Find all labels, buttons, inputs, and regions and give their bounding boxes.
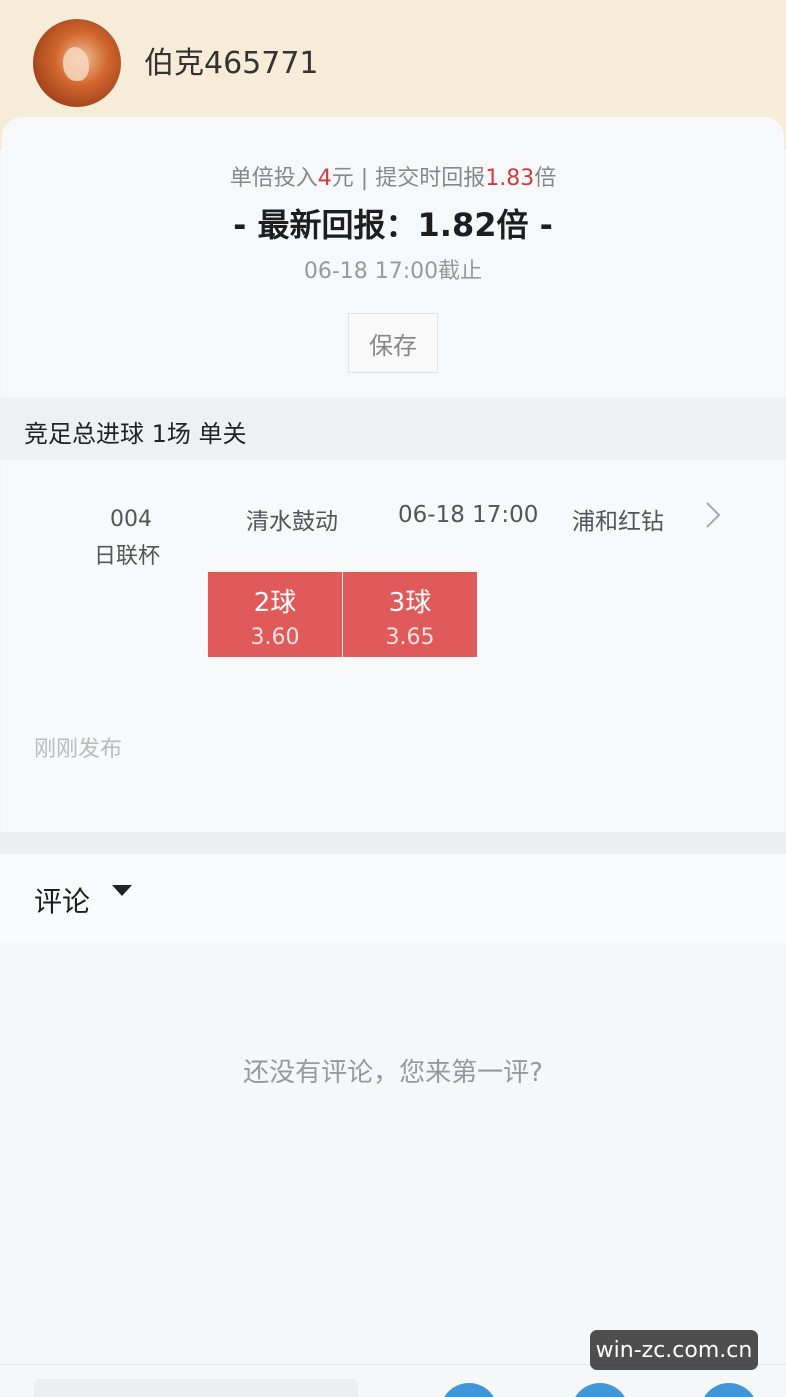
match-time: 06-18 17:00 — [398, 502, 539, 528]
deadline: 06-18 17:00截止 — [303, 259, 483, 284]
bet-info: 单倍投入4元 | 提交时回报1.83倍 — [229, 166, 557, 191]
home-team: 清水鼓动 — [246, 509, 338, 535]
match-number: 004 — [110, 507, 152, 532]
chevron-right-icon[interactable] — [702, 500, 724, 530]
avatar[interactable] — [33, 19, 121, 107]
comments-header — [0, 854, 786, 942]
section-title: 竞足总进球 1场 单关 — [24, 420, 247, 448]
comments-label[interactable]: 评论 — [34, 880, 90, 920]
option-odds: 3.60 — [250, 625, 300, 650]
latest-return: - 最新回报：1.82倍 - — [233, 206, 553, 244]
option-label: 2球 — [253, 588, 297, 618]
option-odds: 3.65 — [385, 625, 435, 650]
league-name: 日联杯 — [94, 544, 161, 569]
bet-amount: 4 — [317, 166, 332, 191]
option-2-goals[interactable]: 2球 3.60 — [208, 572, 342, 657]
section-divider — [0, 832, 786, 854]
action-button-1[interactable] — [440, 1383, 498, 1397]
option-label: 3球 — [388, 588, 432, 618]
watermark: win-zc.com.cn — [590, 1330, 758, 1370]
empty-comments-text: 还没有评论，您来第一评? — [243, 1058, 543, 1088]
action-button-2[interactable] — [571, 1383, 629, 1397]
away-team: 浦和红钻 — [572, 509, 664, 535]
caret-down-icon[interactable] — [112, 885, 132, 896]
submit-return: 1.83 — [485, 166, 535, 191]
save-button[interactable]: 保存 — [348, 313, 438, 373]
action-button-3[interactable] — [700, 1383, 758, 1397]
comment-input[interactable] — [34, 1379, 358, 1397]
username[interactable]: 伯克465771 — [144, 38, 319, 82]
publish-status: 刚刚发布 — [34, 737, 123, 762]
option-3-goals[interactable]: 3球 3.65 — [343, 572, 477, 657]
